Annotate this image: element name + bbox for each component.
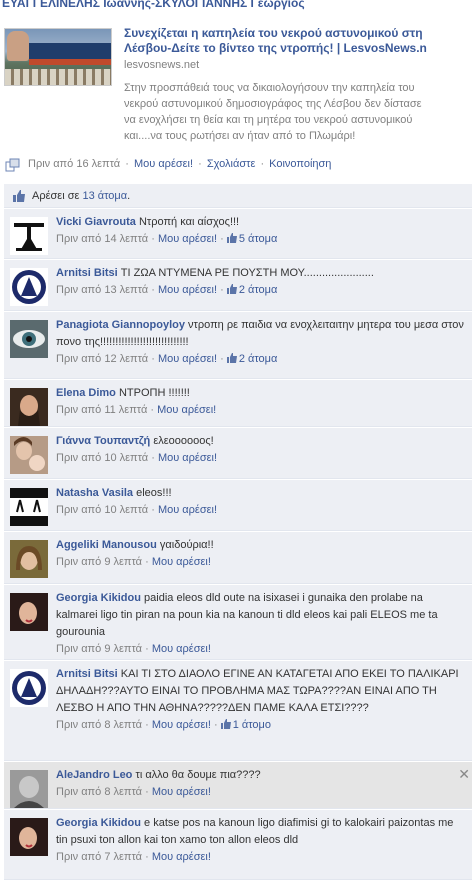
comment-author[interactable]: AleJandro Leo — [56, 769, 132, 781]
comment-time: Πριν από 12 λεπτά — [56, 353, 149, 365]
link-thumbnail[interactable] — [4, 28, 112, 86]
avatar[interactable] — [10, 268, 48, 306]
comment-like-count[interactable]: 1 άτομο — [233, 719, 271, 731]
thumbs-up-icon — [226, 233, 237, 243]
post-time: Πριν από 16 λεπτά — [28, 158, 121, 170]
avatar[interactable] — [10, 818, 48, 856]
thumbs-up-icon — [226, 284, 237, 294]
comment-time: Πριν από 8 λεπτά — [56, 786, 143, 798]
comment-text: eleos!!! — [136, 487, 172, 499]
comment-item: Arnitsi Bitsi ΚΑΙ ΤΙ ΣΤΟ ΔΙΑΟΛΟ ΕΓΙΝΕ ΑΝ… — [4, 661, 472, 761]
comment-author[interactable]: Natasha Vasila — [56, 487, 133, 499]
shared-link-icon — [5, 158, 20, 172]
comment-time: Πριν από 10 λεπτά — [56, 452, 149, 464]
post-header[interactable]: ΕΥΑΓΓΕΛΙΝΕΛΗΣ Ιωάννης-ΣΚΥΛΟΓΙΑΝΝΗΣ Γεώργ… — [2, 0, 472, 10]
comment-text: Ντροπή και αίσχος!!! — [138, 216, 240, 228]
avatar[interactable] — [10, 770, 48, 808]
link-title[interactable]: Συνεχίζεται η καπηλεία του νεκρού αστυνο… — [124, 26, 470, 58]
like-link[interactable]: Μου αρέσει! — [134, 158, 193, 170]
thumbs-up-icon — [13, 190, 25, 202]
avatar[interactable] — [10, 388, 48, 426]
comment-time: Πριν από 9 λεπτά — [56, 643, 143, 655]
comment-text: ΝΤΡΟΠΗ !!!!!!! — [118, 387, 190, 399]
comment-author[interactable]: Vicki Giavrouta — [56, 216, 136, 228]
thumbs-up-icon — [220, 719, 231, 729]
comment-item: Natasha Vasila eleos!!! Πριν από 10 λεπτ… — [4, 480, 472, 531]
comment-time: Πριν από 14 λεπτά — [56, 233, 149, 245]
comment-like-link[interactable]: Μου αρέσει! — [152, 643, 211, 655]
comment-author[interactable]: Elena Dimo — [56, 387, 116, 399]
comment-time: Πριν από 9 λεπτά — [56, 556, 143, 568]
share-link[interactable]: Κοινοποίηση — [269, 158, 331, 170]
comment-like-link[interactable]: Μου αρέσει! — [152, 719, 211, 731]
comment-like-link[interactable]: Μου αρέσει! — [152, 556, 211, 568]
comment-item: AleJandro Leo τι αλλο θα δουμε πια???? Π… — [4, 762, 472, 809]
comment-like-link[interactable]: Μου αρέσει! — [152, 786, 211, 798]
comment-time: Πριν από 13 λεπτά — [56, 284, 149, 296]
close-icon[interactable]: ✕ — [458, 766, 470, 783]
comment-author[interactable]: Arnitsi Bitsi — [56, 668, 118, 680]
comment-like-link[interactable]: Μου αρέσει! — [152, 851, 211, 863]
comment-like-link[interactable]: Μου αρέσει! — [158, 284, 217, 296]
comment-item: Arnitsi Bitsi ΤΙ ΖΩΑ ΝΤΥΜΕΝΑ ΡΕ ΠΟΥΣΤΗ Μ… — [4, 260, 472, 311]
comment-like-link[interactable]: Μου αρέσει! — [158, 233, 217, 245]
comment-like-count[interactable]: 2 άτομα — [239, 353, 278, 365]
comment-item: Georgia Kikidou e katse pos na kanoun li… — [4, 810, 472, 880]
comment-time: Πριν από 10 λεπτά — [56, 504, 149, 516]
comment-author[interactable]: Arnitsi Bitsi — [56, 267, 118, 279]
comment-author[interactable]: Georgia Kikidou — [56, 817, 141, 829]
link-description: Στην προσπάθειά τους να δικαιολογήσουν τ… — [124, 82, 422, 142]
comment-author[interactable]: Γιάννα Τουπαντζή — [56, 435, 150, 447]
link-domain: lesvosnews.net — [124, 59, 200, 71]
comment-author[interactable]: Georgia Kikidou — [56, 592, 141, 604]
likes-prefix: Αρέσει σε — [32, 190, 80, 202]
comment-author[interactable]: Panagiota Giannopoylоy — [56, 319, 185, 331]
likes-bar: Αρέσει σε 13 άτομα. — [4, 184, 472, 208]
likes-suffix: . — [127, 190, 131, 202]
comment-like-link[interactable]: Μου αρέσει! — [158, 504, 217, 516]
comment-text: ΤΙ ΖΩΑ ΝΤΥΜΕΝΑ ΡΕ ΠΟΥΣΤΗ ΜΟΥ............… — [120, 267, 374, 279]
comment-time: Πριν από 8 λεπτά — [56, 719, 143, 731]
comment-item: Georgia Kikidou paidia eleos dld oute na… — [4, 585, 472, 660]
comment-time: Πριν από 7 λεπτά — [56, 851, 143, 863]
avatar[interactable] — [10, 669, 48, 707]
comment-text: ελεοοοοοος! — [153, 435, 214, 447]
comment-like-count[interactable]: 2 άτομα — [239, 284, 278, 296]
avatar[interactable] — [10, 320, 48, 358]
avatar[interactable] — [10, 593, 48, 631]
comment-like-link[interactable]: Μου αρέσει! — [157, 404, 216, 416]
thumbs-up-icon — [226, 353, 237, 363]
avatar[interactable] — [10, 540, 48, 578]
comment-item: Elena Dimo ΝΤΡΟΠΗ !!!!!!! Πριν από 11 λε… — [4, 380, 472, 427]
comment-like-count[interactable]: 5 άτομα — [239, 233, 278, 245]
avatar[interactable] — [10, 436, 48, 474]
likes-count-link[interactable]: 13 άτομα — [82, 190, 127, 202]
comment-time: Πριν από 11 λεπτά — [56, 404, 148, 416]
comment-text: γαιδούρια!! — [159, 539, 214, 551]
comment-item: Panagiota Giannopoylоy ντροπη ρε παιδια … — [4, 312, 472, 379]
comment-author[interactable]: Aggeliki Manousou — [56, 539, 157, 551]
link-preview: Συνεχίζεται η καπηλεία του νεκρού αστυνο… — [0, 14, 472, 150]
comment-item: Γιάννα Τουπαντζή ελεοοοοοος! Πριν από 10… — [4, 428, 472, 479]
avatar[interactable] — [10, 488, 48, 526]
comment-like-link[interactable]: Μου αρέσει! — [158, 452, 217, 464]
comment-link[interactable]: Σχολιάστε — [207, 158, 256, 170]
comment-item: Vicki Giavrouta Ντροπή και αίσχος!!! Πρι… — [4, 209, 472, 259]
comment-item: Aggeliki Manousou γαιδούρια!! Πριν από 9… — [4, 532, 472, 584]
avatar[interactable] — [10, 217, 48, 255]
comment-like-link[interactable]: Μου αρέσει! — [158, 353, 217, 365]
post-actions: Πριν από 16 λεπτά · Μου αρέσει! · Σχολιά… — [28, 158, 332, 170]
comment-text: τι αλλο θα δουμε πια???? — [135, 769, 261, 781]
